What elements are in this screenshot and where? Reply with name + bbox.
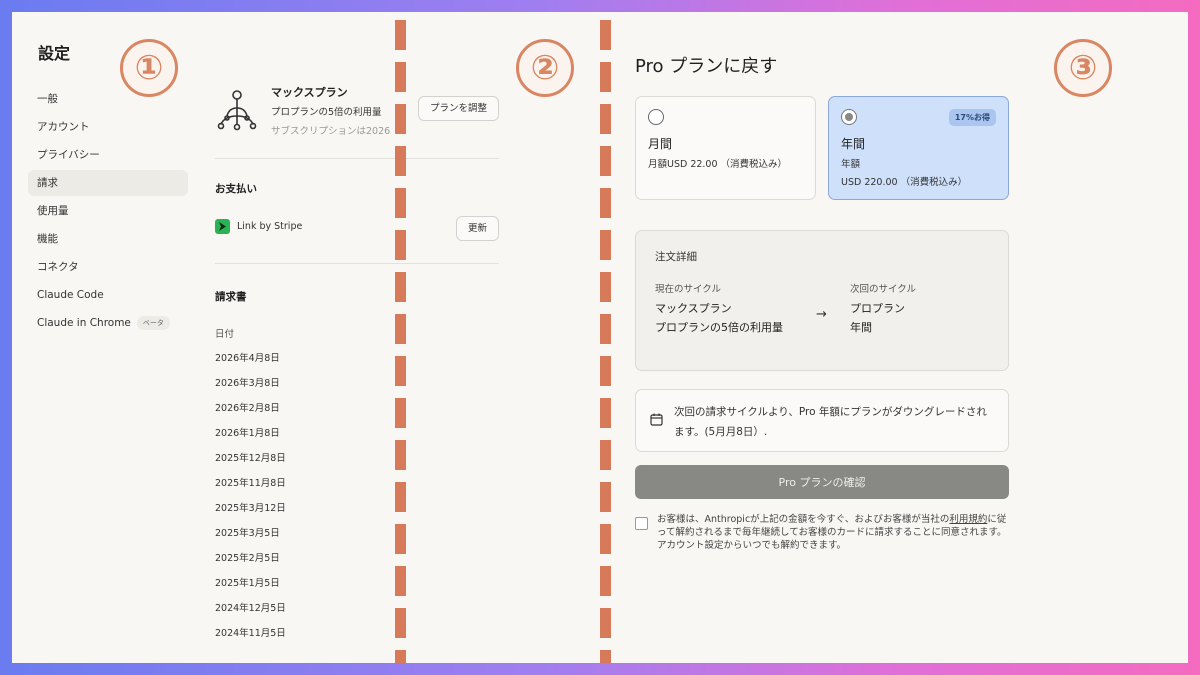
- terms-checkbox[interactable]: [635, 517, 648, 530]
- billing-period-options: 月間 月額USD 22.00 （消費税込み） 17%お得 年間 年額 USD 2…: [635, 96, 1009, 200]
- radio-selected-dot: [845, 113, 853, 121]
- notice-text: 次回の請求サイクルより、Pro 年額にプランがダウングレードされます。(5月月8…: [674, 406, 987, 438]
- invoice-date-item[interactable]: 2025年12月8日: [215, 452, 499, 477]
- divider: [215, 263, 499, 264]
- terms-link[interactable]: 利用規約: [949, 514, 987, 525]
- invoice-list: 2026年4月8日 2026年3月8日 2026年2月8日 2026年1月8日 2025…: [215, 352, 499, 652]
- annotation-number-1: ①: [120, 39, 178, 97]
- order-details-title: 注文詳細: [655, 251, 697, 263]
- sidebar-item-label: 請求: [37, 177, 58, 189]
- invoice-date-item[interactable]: 2026年2月8日: [215, 402, 499, 427]
- order-details: 注文詳細 現在のサイクル マックスプラン プロプランの5倍の利用量 → 次回のサ…: [635, 230, 1009, 371]
- downgrade-title: Pro プランに戻す: [635, 56, 778, 77]
- sidebar-item-features[interactable]: 機能: [28, 226, 188, 252]
- dashed-separator: [395, 20, 406, 663]
- sidebar-item-label: 一般: [37, 93, 58, 105]
- invoice-date-item[interactable]: 2025年3月5日: [215, 527, 499, 552]
- invoice-date-item[interactable]: 2025年2月5日: [215, 552, 499, 577]
- current-cycle: 現在のサイクル マックスプラン プロプランの5倍の利用量: [655, 281, 795, 337]
- calendar-icon: [650, 413, 663, 426]
- beta-badge: ベータ: [136, 316, 170, 330]
- annotation-number-3: ③: [1054, 39, 1112, 97]
- invoice-date-item[interactable]: 2025年3月12日: [215, 502, 499, 527]
- yearly-option-card[interactable]: 17%お得 年間 年額 USD 220.00 （消費税込み）: [828, 96, 1009, 200]
- sidebar-item-billing[interactable]: 請求: [28, 170, 188, 196]
- monthly-radio[interactable]: [648, 109, 664, 125]
- monthly-option-card[interactable]: 月間 月額USD 22.00 （消費税込み）: [635, 96, 816, 200]
- yearly-option-label: 年額: [841, 159, 861, 170]
- adjust-plan-button[interactable]: プランを調整: [417, 96, 499, 121]
- yearly-radio[interactable]: [841, 109, 857, 125]
- monthly-option-name: 月間: [648, 137, 673, 151]
- current-cycle-label: 現在のサイクル: [655, 284, 722, 295]
- sidebar-item-connectors[interactable]: コネクタ: [28, 254, 188, 280]
- invoice-date-item[interactable]: 2025年11月8日: [215, 477, 499, 502]
- current-plan-row: マックスプラン プロプランの5倍の利用量 サブスクリプションは2026 プランを…: [215, 84, 499, 158]
- plan-name: マックスプラン: [271, 86, 348, 99]
- invoice-column-date: 日付: [215, 329, 235, 340]
- plan-description: プロプランの5倍の利用量: [271, 107, 382, 118]
- savings-badge: 17%お得: [948, 109, 996, 126]
- sidebar-item-label: Claude Code: [37, 289, 104, 301]
- sidebar-item-usage[interactable]: 使用量: [28, 198, 188, 224]
- terms-agreement: お客様は、Anthropicが上記の金額を今すぐ、およびお客様が当社の利用規約に…: [635, 513, 1009, 552]
- downgrade-notice: 次回の請求サイクルより、Pro 年額にプランがダウングレードされます。(5月月8…: [635, 389, 1009, 452]
- next-cycle-plan: プロプラン: [850, 302, 905, 315]
- settings-screen: 設定 一般 アカウント プライバシー 請求 使用量 機能 コネクタ Claude…: [12, 12, 1188, 663]
- plan-tree-icon: [217, 90, 257, 131]
- update-payment-button[interactable]: 更新: [455, 216, 499, 241]
- invoice-date-item[interactable]: 2026年1月8日: [215, 427, 499, 452]
- subscription-note: サブスクリプションは2026: [271, 126, 391, 137]
- monthly-option-price: 月額USD 22.00 （消費税込み）: [648, 159, 788, 170]
- sidebar-item-account[interactable]: アカウント: [28, 114, 188, 140]
- payment-method-row: Link by Stripe 更新: [215, 216, 499, 241]
- yearly-option-name: 年間: [841, 137, 866, 151]
- sidebar-item-claude-code[interactable]: Claude Code: [28, 282, 188, 308]
- invoice-date-item[interactable]: 2026年3月8日: [215, 377, 499, 402]
- invoice-date-item[interactable]: 2024年11月5日: [215, 627, 499, 652]
- link-stripe-icon: [215, 219, 230, 234]
- payment-title: お支払い: [215, 183, 257, 195]
- annotation-number-2: ②: [516, 39, 574, 97]
- terms-text: お客様は、Anthropicが上記の金額を今すぐ、およびお客様が当社の利用規約に…: [657, 513, 1009, 552]
- yearly-option-price: USD 220.00 （消費税込み）: [841, 177, 968, 188]
- confirm-pro-plan-button[interactable]: Pro プランの確認: [635, 465, 1009, 499]
- next-cycle-period: 年間: [850, 321, 872, 334]
- sidebar-item-claude-in-chrome[interactable]: Claude in Chrome ベータ: [28, 310, 188, 336]
- sidebar-item-label: プライバシー: [37, 149, 100, 161]
- invoice-date-item[interactable]: 2024年12月5日: [215, 602, 499, 627]
- billing-panel: マックスプラン プロプランの5倍の利用量 サブスクリプションは2026 プランを…: [215, 84, 499, 652]
- downgrade-panel: Pro プランに戻す 月間 月額USD 22.00 （消費税込み） 17%お得 …: [635, 52, 1009, 552]
- arrow-right-icon: →: [816, 307, 827, 322]
- sidebar-item-label: 使用量: [37, 205, 69, 217]
- terms-text-before: お客様は、Anthropicが上記の金額を今すぐ、およびお客様が当社の: [657, 514, 950, 525]
- dashed-separator: [600, 20, 611, 663]
- payment-section: お支払い Link by Stripe 更新: [215, 159, 499, 263]
- plan-info: マックスプラン プロプランの5倍の利用量 サブスクリプションは2026: [271, 84, 393, 137]
- sidebar-item-label: 機能: [37, 233, 58, 245]
- sidebar-item-privacy[interactable]: プライバシー: [28, 142, 188, 168]
- current-cycle-description: プロプランの5倍の利用量: [655, 321, 783, 334]
- current-cycle-plan: マックスプラン: [655, 302, 732, 315]
- payment-method-label: Link by Stripe: [237, 221, 303, 232]
- next-cycle: 次回のサイクル プロプラン 年間: [850, 281, 916, 337]
- sidebar-item-label: アカウント: [37, 121, 90, 133]
- next-cycle-label: 次回のサイクル: [850, 284, 917, 295]
- invoices-title: 請求書: [215, 291, 247, 303]
- sidebar-item-label: Claude in Chrome: [37, 317, 131, 329]
- sidebar-item-label: コネクタ: [37, 261, 79, 273]
- invoice-date-item[interactable]: 2025年1月5日: [215, 577, 499, 602]
- invoice-date-item[interactable]: 2026年4月8日: [215, 352, 499, 377]
